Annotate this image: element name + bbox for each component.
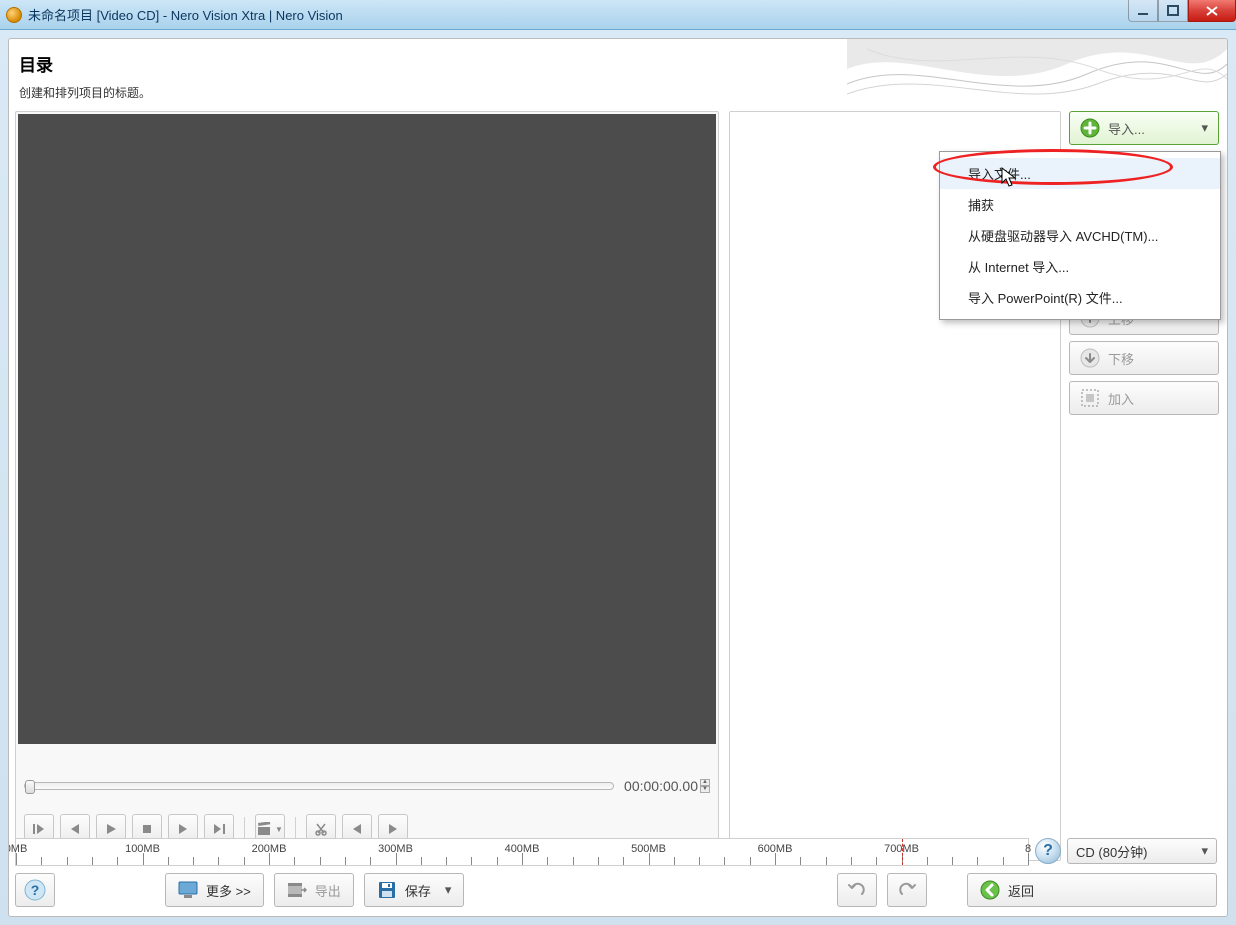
window-titlebar: 未命名项目 [Video CD] - Nero Vision Xtra | Ne… (0, 0, 1236, 30)
preview-pane: 00:00:00.00 ▲▼ (15, 111, 719, 861)
ruler-minor-tick (218, 857, 219, 865)
back-label: 返回 (1008, 881, 1034, 900)
ruler-minor-tick (927, 857, 928, 865)
ruler-limit-indicator (902, 839, 903, 865)
save-dropdown-button[interactable]: 保存 ▾ (364, 873, 465, 907)
svg-text:?: ? (31, 882, 40, 898)
ruler-tick-label: 400MB (505, 843, 540, 855)
save-label: 保存 (405, 881, 431, 900)
ruler-minor-tick (800, 857, 801, 865)
film-export-icon (287, 880, 307, 900)
seek-handle[interactable] (25, 780, 35, 794)
seek-slider[interactable] (24, 782, 614, 790)
ruler-minor-tick (92, 857, 93, 865)
capacity-ruler: 0MB100MB200MB300MB400MB500MB600MB700MB8 (15, 838, 1029, 866)
page-title: 目录 (19, 51, 151, 76)
ruler-minor-tick (876, 857, 877, 865)
move-down-button[interactable]: 下移 (1069, 341, 1219, 375)
ruler-minor-tick (320, 857, 321, 865)
ruler-minor-tick (345, 857, 346, 865)
ruler-minor-tick (623, 857, 624, 865)
ruler-tick-label: 500MB (631, 843, 666, 855)
chevron-down-icon: ▾ (445, 882, 452, 898)
group-icon (1080, 388, 1100, 408)
back-circle-icon (980, 880, 1000, 900)
undo-button[interactable] (837, 873, 877, 907)
undo-icon (848, 882, 866, 898)
import-label: 导入... (1108, 119, 1145, 138)
more-label: 更多 >> (206, 881, 251, 900)
ruler-minor-tick (826, 857, 827, 865)
maximize-button[interactable] (1158, 0, 1188, 22)
ruler-minor-tick (497, 857, 498, 865)
import-menu-item-file[interactable]: 导入文件... (940, 158, 1220, 189)
close-button[interactable] (1188, 0, 1236, 22)
app-icon (6, 7, 22, 23)
ruler-minor-tick (421, 857, 422, 865)
ruler-minor-tick (67, 857, 68, 865)
ruler-minor-tick (977, 857, 978, 865)
monitor-icon (178, 880, 198, 900)
arrow-down-circle-icon (1080, 348, 1100, 368)
minimize-button[interactable] (1128, 0, 1158, 22)
page-subtitle: 创建和排列项目的标题。 (19, 84, 151, 101)
timecode-display: 00:00:00.00 (624, 778, 698, 794)
ruler-minor-tick (471, 857, 472, 865)
ruler-minor-tick (168, 857, 169, 865)
plus-circle-icon (1080, 118, 1100, 138)
ruler-minor-tick (573, 857, 574, 865)
ruler-minor-tick (193, 857, 194, 865)
ruler-minor-tick (547, 857, 548, 865)
ruler-tick-label: 600MB (758, 843, 793, 855)
move-down-label: 下移 (1108, 349, 1134, 368)
ruler-minor-tick (699, 857, 700, 865)
join-label: 加入 (1108, 389, 1134, 408)
ruler-tick-label: 200MB (252, 843, 287, 855)
media-type-label: CD (80分钟) (1076, 842, 1148, 861)
help-ruler-button[interactable]: ? (1035, 838, 1061, 864)
ruler-minor-tick (117, 857, 118, 865)
ruler-minor-tick (1003, 857, 1004, 865)
ruler-minor-tick (598, 857, 599, 865)
help-icon: ? (24, 879, 46, 901)
chevron-down-icon: ▾ (1201, 120, 1208, 136)
ruler-minor-tick (750, 857, 751, 865)
timecode-spinner[interactable]: ▲▼ (700, 779, 710, 793)
ruler-minor-tick (41, 857, 42, 865)
ruler-minor-tick (446, 857, 447, 865)
floppy-disk-icon (377, 880, 397, 900)
import-menu-item-internet[interactable]: 从 Internet 导入... (940, 251, 1220, 282)
ruler-minor-tick (724, 857, 725, 865)
redo-button[interactable] (887, 873, 927, 907)
client-frame: 目录 创建和排列项目的标题。 00:00:00.00 ▲▼ (0, 30, 1236, 925)
ruler-minor-tick (244, 857, 245, 865)
export-label: 导出 (315, 881, 341, 900)
ruler-tick-label: 8 (1025, 843, 1031, 855)
redo-icon (898, 882, 916, 898)
video-preview (18, 114, 716, 744)
import-menu-item-avchd[interactable]: 从硬盘驱动器导入 AVCHD(TM)... (940, 220, 1220, 251)
window-title: 未命名项目 [Video CD] - Nero Vision Xtra | Ne… (28, 5, 1128, 24)
media-type-select[interactable]: CD (80分钟) ▾ (1067, 838, 1217, 864)
ruler-minor-tick (851, 857, 852, 865)
ruler-tick-label: 0MB (8, 843, 27, 855)
help-button[interactable]: ? (15, 873, 55, 907)
import-menu-item-ppt[interactable]: 导入 PowerPoint(R) 文件... (940, 282, 1220, 313)
back-button[interactable]: 返回 (967, 873, 1217, 907)
ruler-tick-label: 300MB (378, 843, 413, 855)
join-button[interactable]: 加入 (1069, 381, 1219, 415)
ruler-tick-label: 100MB (125, 843, 160, 855)
client-area: 目录 创建和排列项目的标题。 00:00:00.00 ▲▼ (8, 38, 1228, 917)
export-button[interactable]: 导出 (274, 873, 354, 907)
ruler-minor-tick (370, 857, 371, 865)
more-button[interactable]: 更多 >> (165, 873, 264, 907)
import-menu: 导入文件... 捕获 从硬盘驱动器导入 AVCHD(TM)... 从 Inter… (939, 151, 1221, 320)
chevron-down-icon: ▾ (1201, 843, 1208, 859)
ruler-minor-tick (294, 857, 295, 865)
decorative-waves (847, 39, 1227, 109)
ruler-minor-tick (674, 857, 675, 865)
import-dropdown-button[interactable]: 导入... ▾ (1069, 111, 1219, 145)
ruler-minor-tick (952, 857, 953, 865)
import-menu-item-capture[interactable]: 捕获 (940, 189, 1220, 220)
